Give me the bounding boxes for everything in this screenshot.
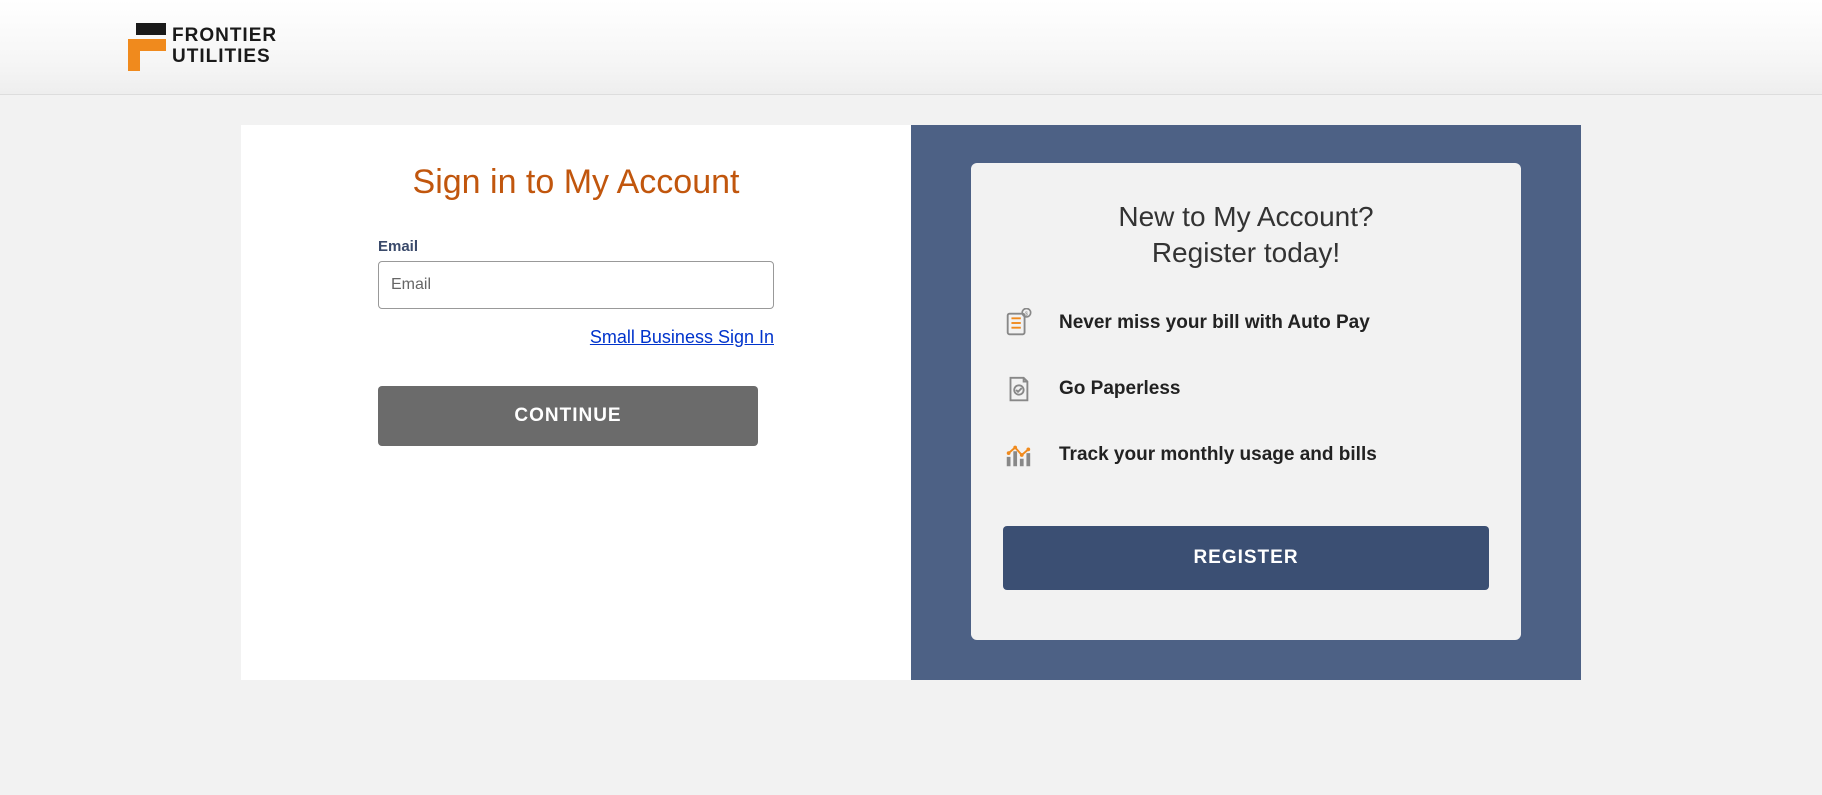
register-title-line2: Register today! <box>1152 237 1340 268</box>
brand-name: FRONTIER UTILITIES <box>172 26 277 68</box>
benefit-paperless-text: Go Paperless <box>1059 378 1180 400</box>
paperless-icon <box>1003 374 1033 404</box>
register-button[interactable]: REGISTER <box>1003 526 1489 590</box>
brand-name-line1: FRONTIER <box>172 26 277 47</box>
register-title-line1: New to My Account? <box>1118 201 1373 232</box>
site-header: FRONTIER UTILITIES <box>0 0 1822 95</box>
benefit-autopay-text: Never miss your bill with Auto Pay <box>1059 312 1370 334</box>
email-label: Email <box>378 238 774 255</box>
signin-panel: Sign in to My Account Email Small Busine… <box>241 125 911 680</box>
benefit-track-usage: Track your monthly usage and bills <box>1003 440 1489 470</box>
benefit-paperless: Go Paperless <box>1003 374 1489 404</box>
main-content: Sign in to My Account Email Small Busine… <box>241 125 1581 680</box>
register-card: New to My Account? Register today! $ Nev… <box>971 163 1521 640</box>
small-business-signin-link[interactable]: Small Business Sign In <box>590 327 774 347</box>
signin-title: Sign in to My Account <box>301 163 851 202</box>
logo-mark-icon <box>128 23 166 71</box>
benefit-autopay: $ Never miss your bill with Auto Pay <box>1003 308 1489 338</box>
brand-logo[interactable]: FRONTIER UTILITIES <box>128 23 277 71</box>
brand-name-line2: UTILITIES <box>172 47 277 68</box>
continue-button[interactable]: CONTINUE <box>378 386 758 446</box>
benefit-track-text: Track your monthly usage and bills <box>1059 444 1377 466</box>
email-field[interactable] <box>378 261 774 309</box>
register-panel: New to My Account? Register today! $ Nev… <box>911 125 1581 680</box>
autopay-icon: $ <box>1003 308 1033 338</box>
chart-icon <box>1003 440 1033 470</box>
register-title: New to My Account? Register today! <box>1003 199 1489 272</box>
signin-form: Email Small Business Sign In CONTINUE <box>378 238 774 446</box>
